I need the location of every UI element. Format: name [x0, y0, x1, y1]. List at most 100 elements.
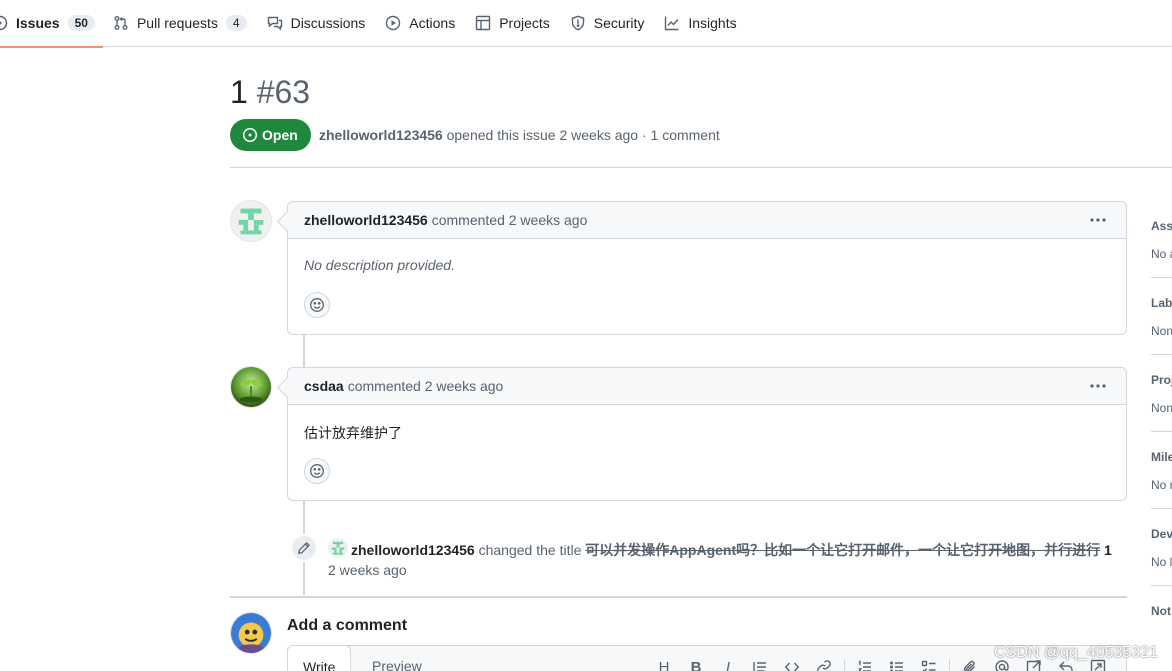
comment-author-link[interactable]: zhelloworld123456 — [304, 212, 428, 228]
add-reaction-button[interactable] — [304, 292, 330, 318]
attach-button[interactable] — [954, 658, 986, 671]
event-timestamp: 2 weeks ago — [328, 562, 407, 578]
comment-header: csdaa commented 2 weeks ago — [288, 368, 1126, 405]
sidebar-labels[interactable]: Labe Non — [1151, 296, 1172, 338]
tab-pull-requests-label: Pull requests — [136, 15, 218, 31]
avatar[interactable] — [230, 200, 272, 242]
comment-author-link[interactable]: csdaa — [304, 378, 344, 394]
kebab-horizontal-icon[interactable] — [1088, 378, 1108, 394]
tab-projects-label: Projects — [499, 15, 550, 31]
sidebar-value: No r — [1151, 478, 1172, 492]
quote-button[interactable] — [744, 658, 776, 671]
tab-discussions-label: Discussions — [290, 15, 366, 31]
state-badge: Open — [230, 119, 311, 151]
smiley-icon — [310, 298, 324, 312]
avatar[interactable] — [230, 366, 272, 408]
comment-header: zhelloworld123456 commented 2 weeks ago — [288, 202, 1126, 239]
issue-meta-text: opened this issue 2 weeks ago · 1 commen… — [446, 127, 720, 143]
comment-timestamp: commented 2 weeks ago — [347, 378, 504, 394]
task-list-button[interactable] — [913, 658, 945, 671]
issue-title-text: 1 — [230, 74, 248, 110]
issue-opened-icon — [0, 15, 8, 31]
play-icon — [385, 15, 401, 31]
event-action: changed the title — [478, 542, 582, 558]
sidebar-notifications[interactable]: Not — [1151, 604, 1172, 618]
sidebar-divider — [1151, 277, 1172, 278]
tab-write[interactable]: Write — [287, 645, 352, 671]
pull-requests-count: 4 — [225, 15, 247, 31]
smiley-icon — [310, 464, 324, 478]
issues-count: 50 — [67, 15, 95, 31]
graph-icon — [664, 15, 680, 31]
list-unordered-icon — [890, 661, 903, 671]
bold-button[interactable]: B — [680, 658, 712, 671]
heading-button[interactable]: H — [648, 658, 680, 671]
tab-actions[interactable]: Actions — [375, 0, 465, 47]
tab-insights[interactable]: Insights — [654, 0, 746, 47]
code-button[interactable] — [776, 658, 808, 671]
sidebar-divider — [1151, 431, 1172, 432]
sidebar-heading: Not — [1151, 604, 1171, 618]
sidebar-heading: Mile — [1151, 450, 1172, 464]
add-reaction-button[interactable] — [304, 458, 330, 484]
comment-discussion-icon — [267, 15, 283, 31]
sidebar-assignees[interactable]: Assi No a — [1151, 219, 1172, 261]
new-title: 1 — [1104, 542, 1112, 558]
italic-button[interactable]: I — [712, 658, 744, 671]
kebab-horizontal-icon[interactable] — [1088, 212, 1108, 228]
issue-opened-icon — [242, 127, 258, 143]
table-icon — [475, 15, 491, 31]
header-divider — [230, 167, 1172, 168]
timeline-end-divider — [230, 596, 1127, 598]
ordered-list-button[interactable] — [849, 658, 881, 671]
tab-projects[interactable]: Projects — [465, 0, 560, 47]
issue-title: 1 #63 — [230, 74, 310, 111]
current-user-avatar[interactable] — [230, 612, 272, 654]
issue-sidebar: Assi No a Labe Non Proj Non Mile No r De… — [1151, 0, 1172, 671]
shield-icon — [570, 15, 586, 31]
issue-author-link[interactable]: zhelloworld123456 — [319, 127, 443, 143]
comment-body: No description provided. — [304, 257, 455, 273]
link-icon — [817, 660, 831, 671]
tab-pull-requests[interactable]: Pull requests 4 — [103, 0, 257, 47]
event-avatar[interactable] — [328, 538, 348, 558]
tab-discussions[interactable]: Discussions — [257, 0, 376, 47]
watermark: CSDN @qq_40535321 — [994, 644, 1158, 661]
comment-card: csdaa commented 2 weeks ago 估计放弃维护了 — [287, 367, 1127, 501]
sidebar-value: Non — [1151, 401, 1172, 415]
sidebar-value: Non — [1151, 324, 1172, 338]
repo-nav: Issues 50 Pull requests 4 Discussions Ac… — [0, 0, 1172, 48]
sidebar-heading: Labe — [1151, 296, 1172, 310]
sidebar-projects[interactable]: Proj Non — [1151, 373, 1172, 415]
event-author-link[interactable]: zhelloworld123456 — [351, 542, 475, 558]
sidebar-heading: Assi — [1151, 219, 1172, 233]
tab-issues-label: Issues — [16, 15, 60, 31]
tab-security-label: Security — [593, 15, 645, 31]
state-label: Open — [262, 127, 298, 143]
git-pull-request-icon — [113, 15, 129, 31]
toolbar-divider — [949, 659, 950, 671]
toolbar-divider — [844, 659, 845, 671]
sidebar-heading: Proj — [1151, 373, 1172, 387]
sidebar-development[interactable]: Dev No l — [1151, 527, 1172, 569]
add-comment-heading: Add a comment — [287, 617, 408, 634]
sidebar-heading: Dev — [1151, 527, 1172, 541]
tab-insights-label: Insights — [688, 15, 737, 31]
sidebar-value: No l — [1151, 555, 1172, 569]
link-button[interactable] — [808, 658, 840, 671]
tab-preview[interactable]: Preview — [372, 658, 422, 671]
rename-event-badge — [290, 534, 318, 562]
sidebar-divider — [1151, 508, 1172, 509]
tab-security[interactable]: Security — [560, 0, 655, 47]
comment-body: 估计放弃维护了 — [304, 425, 402, 441]
sidebar-divider — [1151, 354, 1172, 355]
issue-number: #63 — [256, 74, 311, 110]
list-ordered-icon — [858, 660, 871, 671]
unordered-list-button[interactable] — [881, 658, 913, 671]
comment-card: zhelloworld123456 commented 2 weeks ago … — [287, 201, 1127, 335]
quote-icon — [753, 662, 766, 671]
tab-issues[interactable]: Issues 50 — [0, 0, 103, 48]
old-title: 可以并发操作AppAgent吗？比如一个让它打开邮件，一个让它打开地图，并行进行 — [585, 542, 1101, 558]
sidebar-milestone[interactable]: Mile No r — [1151, 450, 1172, 492]
sidebar-value: No a — [1151, 247, 1172, 261]
